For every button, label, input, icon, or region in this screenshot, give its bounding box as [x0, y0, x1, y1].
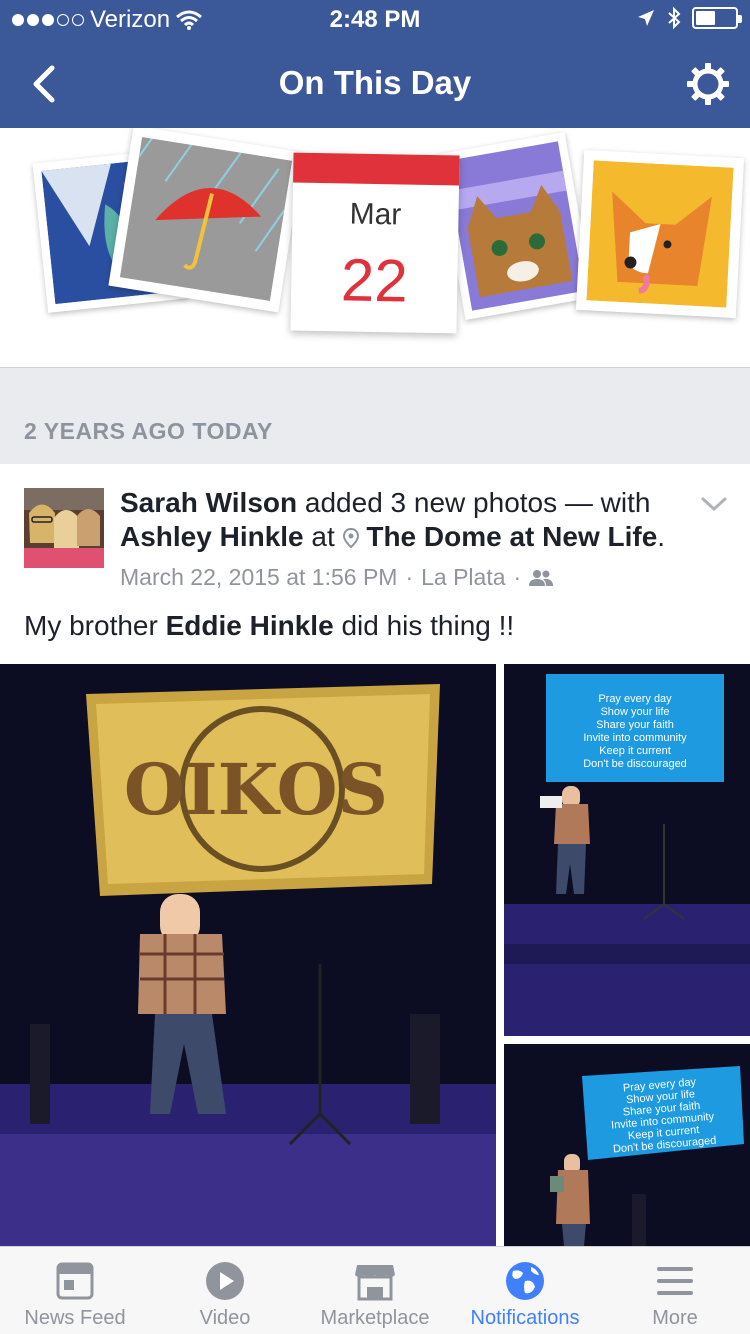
bluetooth-icon: [668, 6, 681, 30]
tab-label-video: Video: [199, 1307, 251, 1329]
tab-label-notifications: Notifications: [470, 1307, 580, 1329]
tagged-friend-link[interactable]: Ashley Hinkle: [120, 521, 304, 552]
status-bar: Verizon 2:48 PM: [0, 0, 750, 40]
friends-icon: [529, 569, 554, 586]
tab-label-more: More: [652, 1307, 698, 1329]
post-options-chevron-icon[interactable]: [700, 494, 728, 514]
calendar-day: 22: [340, 246, 409, 315]
photo2-line-4: Invite into community: [583, 732, 687, 744]
photo1-screen-text: OIKOS: [124, 748, 388, 831]
status-right-group: [636, 6, 742, 30]
on-this-day-banner: Mar 22: [0, 128, 750, 368]
news-feed-icon: [56, 1262, 94, 1300]
tab-news-feed[interactable]: News Feed: [0, 1247, 150, 1334]
photo2-line-5: Keep it current: [599, 745, 671, 757]
cat-photo-illustration: [436, 131, 594, 321]
tab-notifications[interactable]: Notifications: [450, 1247, 600, 1334]
top-bar: Verizon 2:48 PM On This Day: [0, 0, 750, 128]
post-photo-1[interactable]: OIKOS: [0, 664, 496, 1246]
calendar-header: [293, 152, 460, 186]
post-photo-3[interactable]: Pray every day Show your life Share your…: [504, 1044, 750, 1246]
umbrella-photo-illustration: [108, 128, 304, 313]
calendar-month: Mar: [349, 197, 402, 232]
location-arrow-icon: [638, 10, 654, 26]
location-pin-icon: [342, 527, 359, 549]
post-action-text: added 3 new photos — with: [304, 487, 651, 518]
message-prefix: My brother: [24, 610, 158, 641]
tab-more[interactable]: More: [600, 1247, 750, 1334]
photo2-line-3: Share your faith: [596, 719, 674, 731]
photo2-line-1: Pray every day: [598, 693, 672, 705]
photo2-line-2: Show your life: [600, 706, 669, 718]
post-message: My brother Eddie Hinkle did his thing !!: [24, 610, 514, 642]
marketplace-shop-icon: [355, 1265, 395, 1301]
tab-label-news-feed: News Feed: [24, 1307, 126, 1329]
tab-label-marketplace: Marketplace: [320, 1307, 430, 1329]
post-meta: March 22, 2015 at 1:56 PM · La Plata ·: [120, 564, 554, 591]
page-title: On This Day: [278, 64, 472, 101]
meta-separator-2: ·: [513, 564, 522, 590]
post-date-link[interactable]: March 22, 2015 at 1:56 PM: [120, 564, 397, 591]
section-header: 2 YEARS AGO TODAY: [0, 368, 750, 464]
tab-marketplace[interactable]: Marketplace: [300, 1247, 450, 1334]
post-location-link[interactable]: La Plata: [421, 564, 505, 591]
mentioned-friend-link[interactable]: Eddie Hinkle: [166, 610, 334, 641]
headline-period: .: [657, 521, 666, 552]
tab-video[interactable]: Video: [150, 1247, 300, 1334]
author-avatar[interactable]: [24, 488, 104, 568]
globe-icon: [506, 1262, 544, 1300]
battery-icon: [692, 7, 742, 29]
post-photo-2[interactable]: Pray every day Show your life Share your…: [504, 664, 750, 1036]
at-word: at: [311, 521, 335, 552]
message-suffix: did his thing !!: [341, 610, 515, 641]
place-link[interactable]: The Dome at New Life: [366, 521, 657, 552]
calendar-date-card: Mar 22: [290, 152, 460, 334]
dog-photo-illustration: [575, 149, 745, 319]
menu-icon: [657, 1267, 693, 1295]
photo2-line-6: Don't be discouraged: [583, 758, 687, 770]
gear-icon[interactable]: [686, 62, 730, 106]
meta-separator-1: ·: [405, 564, 414, 590]
post-headline: Sarah Wilson added 3 new photos — with A…: [120, 486, 700, 554]
video-play-icon: [206, 1262, 244, 1300]
nav-bar: On This Day: [0, 40, 750, 128]
years-ago-label: 2 YEARS AGO TODAY: [24, 418, 273, 444]
app-screen: Verizon 2:48 PM On This Day Mar 22 2 YEA…: [0, 0, 750, 1334]
author-name-link[interactable]: Sarah Wilson: [120, 487, 297, 518]
bottom-tab-bar: News Feed Video Marketplace Notification…: [0, 1246, 750, 1334]
